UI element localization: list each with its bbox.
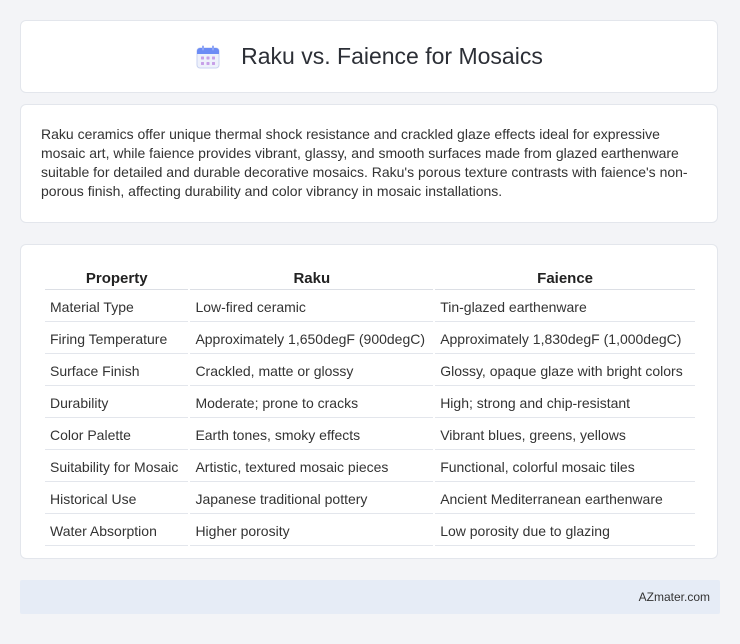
raku-cell: Higher porosity xyxy=(190,516,434,546)
property-cell: Surface Finish xyxy=(45,356,189,386)
table-row: Color Palette Earth tones, smoky effects… xyxy=(45,420,695,450)
description-card: Raku ceramics offer unique thermal shock… xyxy=(20,104,718,223)
comparison-table: Property Raku Faience Material Type Low-… xyxy=(43,265,697,548)
faience-cell: Vibrant blues, greens, yellows xyxy=(435,420,695,450)
property-cell: Color Palette xyxy=(45,420,189,450)
column-header-faience: Faience xyxy=(435,267,695,290)
page-title: Raku vs. Faience for Mosaics xyxy=(241,43,543,69)
faience-cell: High; strong and chip-resistant xyxy=(435,388,695,418)
property-cell: Water Absorption xyxy=(45,516,189,546)
table-row: Surface Finish Crackled, matte or glossy… xyxy=(45,356,695,386)
raku-cell: Earth tones, smoky effects xyxy=(190,420,434,450)
raku-cell: Crackled, matte or glossy xyxy=(190,356,434,386)
raku-cell: Approximately 1,650degF (900degC) xyxy=(190,324,434,354)
table-header-row: Property Raku Faience xyxy=(45,267,695,290)
raku-cell: Moderate; prone to cracks xyxy=(190,388,434,418)
description-text: Raku ceramics offer unique thermal shock… xyxy=(41,126,688,199)
property-cell: Durability xyxy=(45,388,189,418)
faience-cell: Ancient Mediterranean earthenware xyxy=(435,484,695,514)
comparison-table-card: Property Raku Faience Material Type Low-… xyxy=(20,244,718,559)
title-wrap: Raku vs. Faience for Mosaics xyxy=(195,43,543,70)
footer-bar: AZmater.com xyxy=(20,580,720,614)
table-row: Water Absorption Higher porosity Low por… xyxy=(45,516,695,546)
table-row: Firing Temperature Approximately 1,650de… xyxy=(45,324,695,354)
faience-cell: Functional, colorful mosaic tiles xyxy=(435,452,695,482)
raku-cell: Japanese traditional pottery xyxy=(190,484,434,514)
property-cell: Material Type xyxy=(45,292,189,322)
calendar-icon xyxy=(195,44,221,70)
faience-cell: Tin-glazed earthenware xyxy=(435,292,695,322)
title-card: Raku vs. Faience for Mosaics xyxy=(20,20,718,93)
faience-cell: Glossy, opaque glaze with bright colors xyxy=(435,356,695,386)
raku-cell: Low-fired ceramic xyxy=(190,292,434,322)
property-cell: Historical Use xyxy=(45,484,189,514)
table-row: Historical Use Japanese traditional pott… xyxy=(45,484,695,514)
column-header-property: Property xyxy=(45,267,189,290)
table-row: Suitability for Mosaic Artistic, texture… xyxy=(45,452,695,482)
raku-cell: Artistic, textured mosaic pieces xyxy=(190,452,434,482)
faience-cell: Approximately 1,830degF (1,000degC) xyxy=(435,324,695,354)
footer-brand-link[interactable]: AZmater.com xyxy=(639,590,710,604)
table-row: Durability Moderate; prone to cracks Hig… xyxy=(45,388,695,418)
column-header-raku: Raku xyxy=(190,267,434,290)
table-row: Material Type Low-fired ceramic Tin-glaz… xyxy=(45,292,695,322)
property-cell: Suitability for Mosaic xyxy=(45,452,189,482)
faience-cell: Low porosity due to glazing xyxy=(435,516,695,546)
property-cell: Firing Temperature xyxy=(45,324,189,354)
